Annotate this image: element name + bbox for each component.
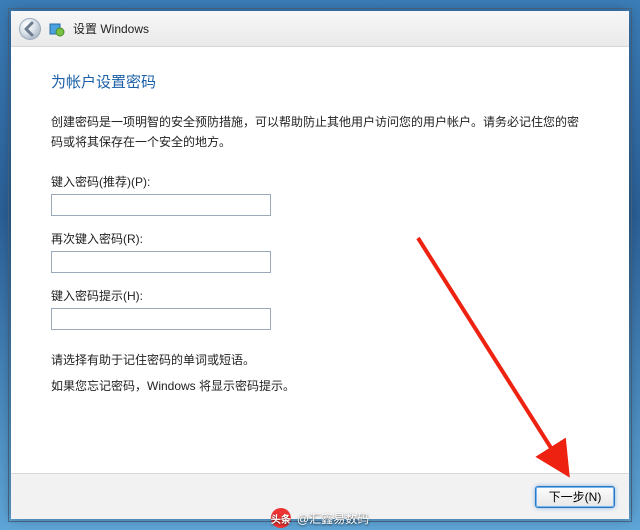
watermark-logo-icon: 头条 [271,508,291,528]
password-input[interactable] [51,194,271,216]
titlebar: 设置 Windows [11,11,629,47]
page-heading: 为帐户设置密码 [51,71,589,92]
wizard-content: 为帐户设置密码 创建密码是一项明智的安全预防措施，可以帮助防止其他用户访问您的用… [11,47,629,473]
password-hint-label: 键入密码提示(H): [51,287,589,304]
watermark: 头条 @汇鑫易数码 [271,508,369,528]
page-description: 创建密码是一项明智的安全预防措施，可以帮助防止其他用户访问您的用户帐户。请务必记… [51,112,589,153]
hint-instruction-2: 如果您忘记密码，Windows 将显示密码提示。 [51,376,589,396]
watermark-text: @汇鑫易数码 [297,510,369,527]
password-label: 键入密码(推荐)(P): [51,173,589,190]
password-hint-input[interactable] [51,308,271,330]
window-title: 设置 Windows [73,20,149,37]
hint-instruction-1: 请选择有助于记住密码的单词或短语。 [51,350,589,370]
windows-oobe-icon [49,21,65,37]
setup-wizard-window: 设置 Windows 为帐户设置密码 创建密码是一项明智的安全预防措施，可以帮助… [11,11,629,519]
confirm-password-input[interactable] [51,251,271,273]
next-button[interactable]: 下一步(N) [535,486,615,508]
back-arrow-icon [20,19,40,39]
back-button[interactable] [19,18,41,40]
confirm-password-label: 再次键入密码(R): [51,230,589,247]
